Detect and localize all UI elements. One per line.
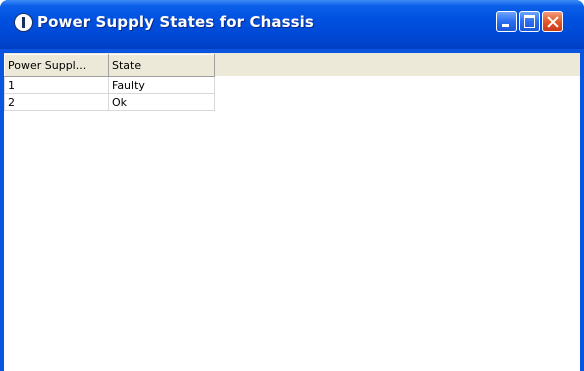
window-content: Power Suppl... State 1 Faulty 2 Ok [4, 53, 580, 371]
column-header-state[interactable]: State [108, 54, 215, 77]
table-row[interactable]: 1 Faulty [4, 76, 215, 94]
app-window: Power Supply States for Chassis Power Su… [0, 0, 584, 371]
power-supply-cell: 1 [4, 76, 109, 94]
table-header-row: Power Suppl... State [4, 54, 215, 77]
maximize-button[interactable] [519, 11, 540, 32]
power-supply-cell: 2 [4, 93, 109, 111]
table-row[interactable]: 2 Ok [4, 93, 215, 111]
state-cell: Ok [108, 93, 215, 111]
close-button[interactable] [542, 11, 563, 32]
title-bar[interactable]: Power Supply States for Chassis [0, 0, 584, 49]
info-circle-icon [14, 13, 33, 32]
state-cell: Faulty [108, 76, 215, 94]
column-header-power-supply[interactable]: Power Suppl... [4, 54, 109, 77]
window-title: Power Supply States for Chassis [37, 13, 314, 31]
power-supply-table: Power Suppl... State 1 Faulty 2 Ok [4, 54, 215, 111]
minimize-button[interactable] [496, 11, 517, 32]
